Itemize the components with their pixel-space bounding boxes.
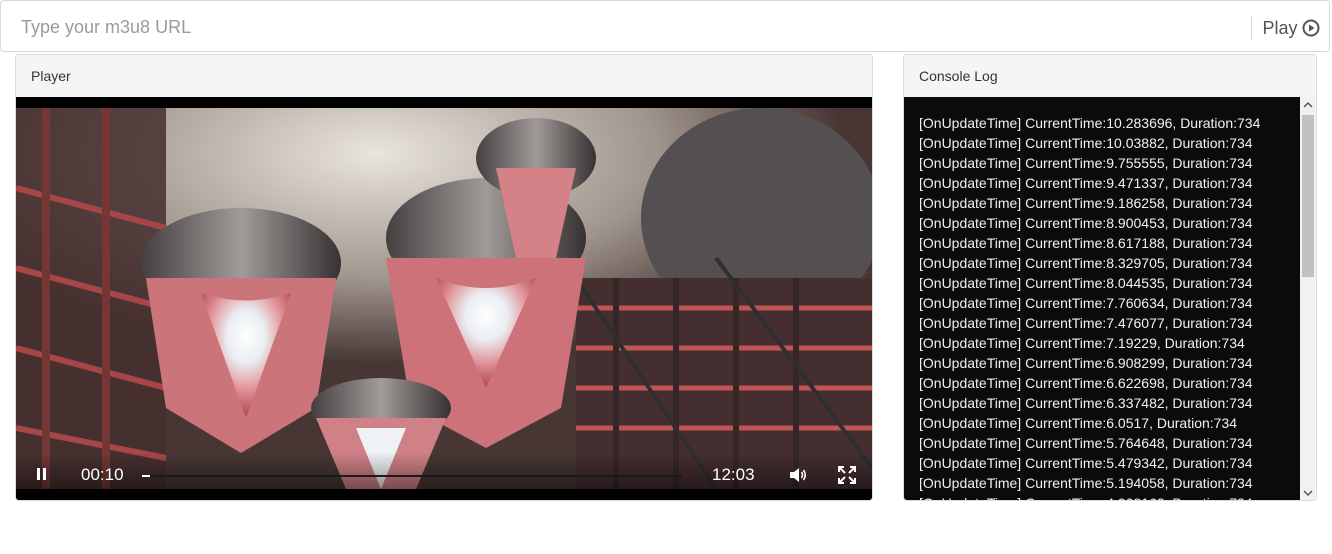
console-log-line: [OnUpdateTime] CurrentTime:8.617188, Dur… [919,235,1253,251]
play-button[interactable]: Play [1257,13,1325,43]
scroll-down-icon[interactable] [1300,485,1316,501]
console-log-line: [OnUpdateTime] CurrentTime:8.044535, Dur… [919,275,1253,291]
console-log-line: [OnUpdateTime] CurrentTime:5.479342, Dur… [919,455,1253,471]
console-log-line: [OnUpdateTime] CurrentTime:6.622698, Dur… [919,375,1253,391]
console-log-line: [OnUpdateTime] CurrentTime:9.471337, Dur… [919,175,1253,191]
console-log-line: [OnUpdateTime] CurrentTime:9.755555, Dur… [919,155,1253,171]
play-button-label: Play [1262,17,1298,38]
console-panel-title: Console Log [904,55,1316,98]
m3u8-url-input[interactable] [9,9,1263,45]
console-log-line: [OnUpdateTime] CurrentTime:7.476077, Dur… [919,315,1253,331]
current-time: 00:10 [81,465,124,484]
pause-icon[interactable] [34,466,50,482]
play-circle-icon [1302,19,1319,37]
console-log-line: [OnUpdateTime] CurrentTime:10.03882, Dur… [919,135,1253,151]
console-log: [OnUpdateTime] CurrentTime:10.283696, Du… [904,97,1300,500]
console-log-line: [OnUpdateTime] CurrentTime:7.19229, Dura… [919,335,1245,351]
console-log-line: [OnUpdateTime] CurrentTime:6.0517, Durat… [919,415,1238,431]
console-log-line: [OnUpdateTime] CurrentTime:5.764648, Dur… [919,435,1253,451]
console-scrollbar[interactable] [1300,97,1316,501]
player-panel-title: Player [16,55,872,98]
console-log-line: [OnUpdateTime] CurrentTime:5.194058, Dur… [919,475,1253,491]
seek-bar-played [142,475,150,477]
seek-bar[interactable] [142,475,682,477]
console-log-line: [OnUpdateTime] CurrentTime:9.186258, Dur… [919,195,1253,211]
fullscreen-icon[interactable] [838,466,856,484]
scrollbar-thumb[interactable] [1302,115,1314,277]
url-bar-divider [1251,16,1252,40]
url-bar: Play [0,0,1330,52]
console-log-line: [OnUpdateTime] CurrentTime:6.908299, Dur… [919,355,1253,371]
volume-icon[interactable] [788,466,808,484]
console-log-line: [OnUpdateTime] CurrentTime:6.337482, Dur… [919,395,1253,411]
video-frame [16,108,872,489]
console-log-line: [OnUpdateTime] CurrentTime:8.900453, Dur… [919,215,1253,231]
console-log-line: [OnUpdateTime] CurrentTime:4.908162, Dur… [919,493,1300,500]
scroll-up-icon[interactable] [1300,97,1316,113]
console-log-line: [OnUpdateTime] CurrentTime:7.760634, Dur… [919,295,1253,311]
player-panel: Player 00:10 12:03 [15,54,873,501]
duration-time: 12:03 [712,465,755,484]
video-controls: 00:10 12:03 [16,452,872,500]
console-log-line: [OnUpdateTime] CurrentTime:10.283696, Du… [919,115,1261,131]
video-player[interactable]: 00:10 12:03 [16,97,872,500]
console-log-line: [OnUpdateTime] CurrentTime:8.329705, Dur… [919,255,1253,271]
console-panel: Console Log [OnUpdateTime] CurrentTime:1… [903,54,1317,501]
